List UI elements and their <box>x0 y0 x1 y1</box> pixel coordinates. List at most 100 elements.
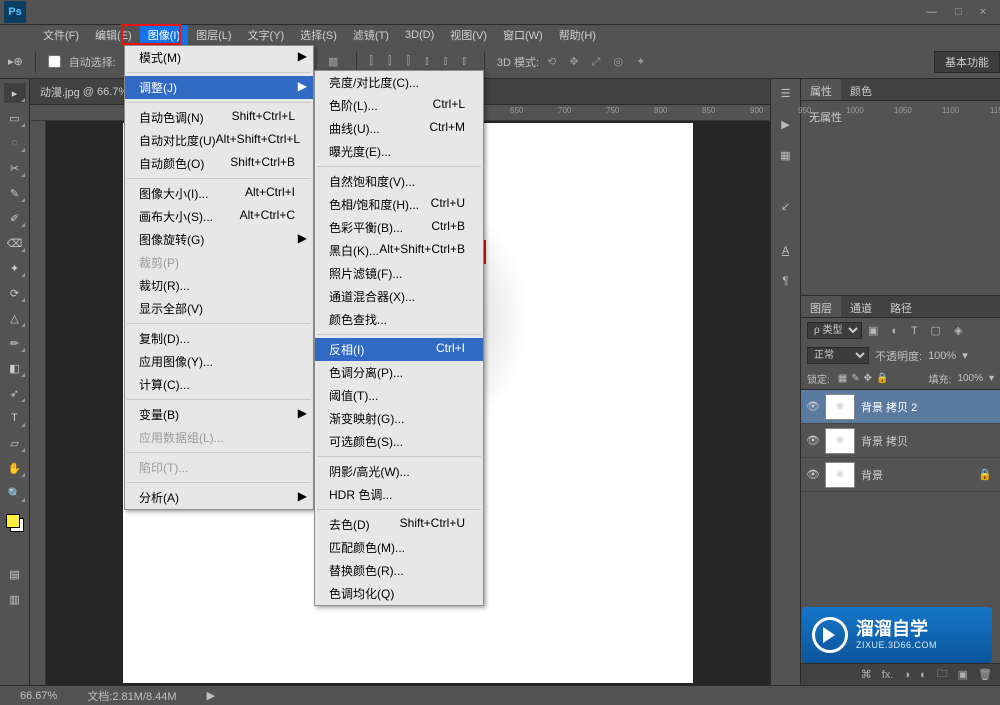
menuitem-变量B[interactable]: 变量(B)▶ <box>125 403 313 426</box>
menuitem-模式M[interactable]: 模式(M)▶ <box>125 46 313 69</box>
tool-0[interactable]: ▸ <box>4 83 26 103</box>
menuitem-曲线U[interactable]: 曲线(U)...Ctrl+M <box>315 117 483 140</box>
menuitem-色相饱和度H[interactable]: 色相/饱和度(H)...Ctrl+U <box>315 193 483 216</box>
tool-18[interactable] <box>4 539 26 559</box>
status-doc[interactable]: 文档:2.81M/8.44M <box>87 688 176 704</box>
menuitem-去色D[interactable]: 去色(D)Shift+Ctrl+U <box>315 513 483 536</box>
visibility-icon[interactable]: 👁 <box>801 400 825 413</box>
tool-16[interactable]: 🔍 <box>4 483 26 503</box>
visibility-icon[interactable]: 👁 <box>801 434 825 447</box>
win-minimize[interactable]: — <box>926 6 937 18</box>
menuitem-调整J[interactable]: 调整(J)▶ <box>125 76 313 99</box>
tool-15[interactable]: ✋ <box>4 458 26 478</box>
menuitem-自动对比度U[interactable]: 自动对比度(U)Alt+Shift+Ctrl+L <box>125 129 313 152</box>
auto-select-checkbox[interactable] <box>48 55 61 68</box>
para-icon[interactable]: ¶ <box>783 275 789 287</box>
menuitem-反相I[interactable]: 反相(I)Ctrl+I <box>315 338 483 361</box>
tab-color[interactable]: 颜色 <box>841 79 881 100</box>
tool-11[interactable]: ◧ <box>4 358 26 378</box>
tool-10[interactable]: ✏ <box>4 333 26 353</box>
layer-row[interactable]: 👁背景 拷贝 2 <box>801 390 1000 424</box>
tool-4[interactable]: ✎ <box>4 183 26 203</box>
menuitem-色调均化Q[interactable]: 色调均化(Q) <box>315 582 483 605</box>
blend-mode[interactable]: 正常 <box>807 347 869 364</box>
tool-8[interactable]: ⟳ <box>4 283 26 303</box>
menu-文字y[interactable]: 文字(Y) <box>240 25 293 45</box>
menuitem-分析A[interactable]: 分析(A)▶ <box>125 486 313 509</box>
menuitem-曝光度E[interactable]: 曝光度(E)... <box>315 140 483 163</box>
adjustments-submenu[interactable]: 亮度/对比度(C)...色阶(L)...Ctrl+L曲线(U)...Ctrl+M… <box>314 70 484 606</box>
menuitem-颜色查找[interactable]: 颜色查找... <box>315 308 483 331</box>
menuitem-自动色调N[interactable]: 自动色调(N)Shift+Ctrl+L <box>125 106 313 129</box>
tool-3[interactable]: ✂ <box>4 158 26 178</box>
status-zoom[interactable]: 66.67% <box>20 690 57 702</box>
filter-icons[interactable]: ▣ ◐ T ▢ ◈ <box>868 324 967 337</box>
tool-1[interactable]: ▭ <box>4 108 26 128</box>
menu-帮助h[interactable]: 帮助(H) <box>551 25 604 45</box>
workspace-switcher[interactable]: 基本功能 <box>934 51 1000 73</box>
tool-17[interactable] <box>4 508 26 534</box>
menu-图像i[interactable]: 图像(I) <box>140 25 188 45</box>
menu-图层l[interactable]: 图层(L) <box>188 25 239 45</box>
tool-19[interactable]: ▤ <box>4 564 26 584</box>
tab-layers[interactable]: 图层 <box>801 296 841 317</box>
tool-13[interactable]: T <box>4 408 26 428</box>
menuitem-通道混合器X[interactable]: 通道混合器(X)... <box>315 285 483 308</box>
menuitem-色阶L[interactable]: 色阶(L)...Ctrl+L <box>315 94 483 117</box>
menuitem-计算C[interactable]: 计算(C)... <box>125 373 313 396</box>
menu-文件f[interactable]: 文件(F) <box>35 25 87 45</box>
layer-row[interactable]: 👁背景 拷贝 <box>801 424 1000 458</box>
menuitem-图像大小I[interactable]: 图像大小(I)...Alt+Ctrl+I <box>125 182 313 205</box>
menu-滤镜t[interactable]: 滤镜(T) <box>345 25 397 45</box>
win-maximize[interactable]: □ <box>955 6 962 18</box>
menuitem-自然饱和度V[interactable]: 自然饱和度(V)... <box>315 170 483 193</box>
menuitem-渐变映射G[interactable]: 渐变映射(G)... <box>315 407 483 430</box>
tab-channels[interactable]: 通道 <box>841 296 881 317</box>
win-close[interactable]: × <box>980 6 986 18</box>
layer-kind-filter[interactable]: ρ 类型 <box>807 322 862 339</box>
menuitem-阴影高光W[interactable]: 阴影/高光(W)... <box>315 460 483 483</box>
distribute-icons[interactable]: ⫿ ⫿ ⫿ ⫾ ⫾ ⫾ <box>369 55 471 68</box>
tool-12[interactable]: ➶ <box>4 383 26 403</box>
menu-编辑e[interactable]: 编辑(E) <box>87 25 140 45</box>
layer-row[interactable]: 👁背景🔒 <box>801 458 1000 492</box>
menuitem-画布大小S[interactable]: 画布大小(S)...Alt+Ctrl+C <box>125 205 313 228</box>
menuitem-黑白K[interactable]: 黑白(K)...Alt+Shift+Ctrl+B <box>315 239 483 262</box>
menuitem-色调分离P[interactable]: 色调分离(P)... <box>315 361 483 384</box>
menu-3dd[interactable]: 3D(D) <box>397 27 442 43</box>
menuitem-图像旋转G[interactable]: 图像旋转(G)▶ <box>125 228 313 251</box>
tab-properties[interactable]: 属性 <box>801 79 841 100</box>
visibility-icon[interactable]: 👁 <box>801 468 825 481</box>
image-menu-dropdown[interactable]: 模式(M)▶ 调整(J)▶ 自动色调(N)Shift+Ctrl+L自动对比度(U)A… <box>124 45 314 510</box>
swatches-icon[interactable]: ▦ <box>780 149 790 162</box>
tool-5[interactable]: ✐ <box>4 208 26 228</box>
menuitem-复制D[interactable]: 复制(D)... <box>125 327 313 350</box>
menu-选择s[interactable]: 选择(S) <box>292 25 345 45</box>
brush-icon[interactable]: ↙ <box>781 200 790 213</box>
opacity-value[interactable]: 100% <box>928 350 956 362</box>
tool-20[interactable]: ▥ <box>4 589 26 609</box>
menuitem-替换颜色R[interactable]: 替换颜色(R)... <box>315 559 483 582</box>
tool-9[interactable]: △ <box>4 308 26 328</box>
menuitem-自动颜色O[interactable]: 自动颜色(O)Shift+Ctrl+B <box>125 152 313 175</box>
menuitem-裁切R[interactable]: 裁切(R)... <box>125 274 313 297</box>
layers-panel-footer[interactable]: ⌘fx.◑◐🗀▣🗑 <box>801 663 1000 685</box>
menuitem-显示全部V[interactable]: 显示全部(V) <box>125 297 313 320</box>
menu-窗口w[interactable]: 窗口(W) <box>495 25 551 45</box>
menuitem-色彩平衡B[interactable]: 色彩平衡(B)...Ctrl+B <box>315 216 483 239</box>
menuitem-应用图像Y[interactable]: 应用图像(Y)... <box>125 350 313 373</box>
char-icon[interactable]: A <box>782 245 789 257</box>
menuitem-匹配颜色M[interactable]: 匹配颜色(M)... <box>315 536 483 559</box>
tab-paths[interactable]: 路径 <box>881 296 921 317</box>
tool-6[interactable]: ⌫ <box>4 233 26 253</box>
menuitem-可选颜色S[interactable]: 可选颜色(S)... <box>315 430 483 453</box>
tool-2[interactable]: ◌ <box>4 133 26 153</box>
fill-value[interactable]: 100% <box>957 373 983 384</box>
3d-mode-icons[interactable]: ⟲ ✥ ⤢ ◎ ✦ <box>547 55 650 69</box>
lock-icons[interactable]: ▦✎✥🔒 <box>836 373 891 384</box>
tool-7[interactable]: ✦ <box>4 258 26 278</box>
menuitem-照片滤镜F[interactable]: 照片滤镜(F)... <box>315 262 483 285</box>
tool-14[interactable]: ▱ <box>4 433 26 453</box>
collapsed-panel-icon[interactable]: ☰ <box>781 87 791 100</box>
menuitem-HDR色调[interactable]: HDR 色调... <box>315 483 483 506</box>
